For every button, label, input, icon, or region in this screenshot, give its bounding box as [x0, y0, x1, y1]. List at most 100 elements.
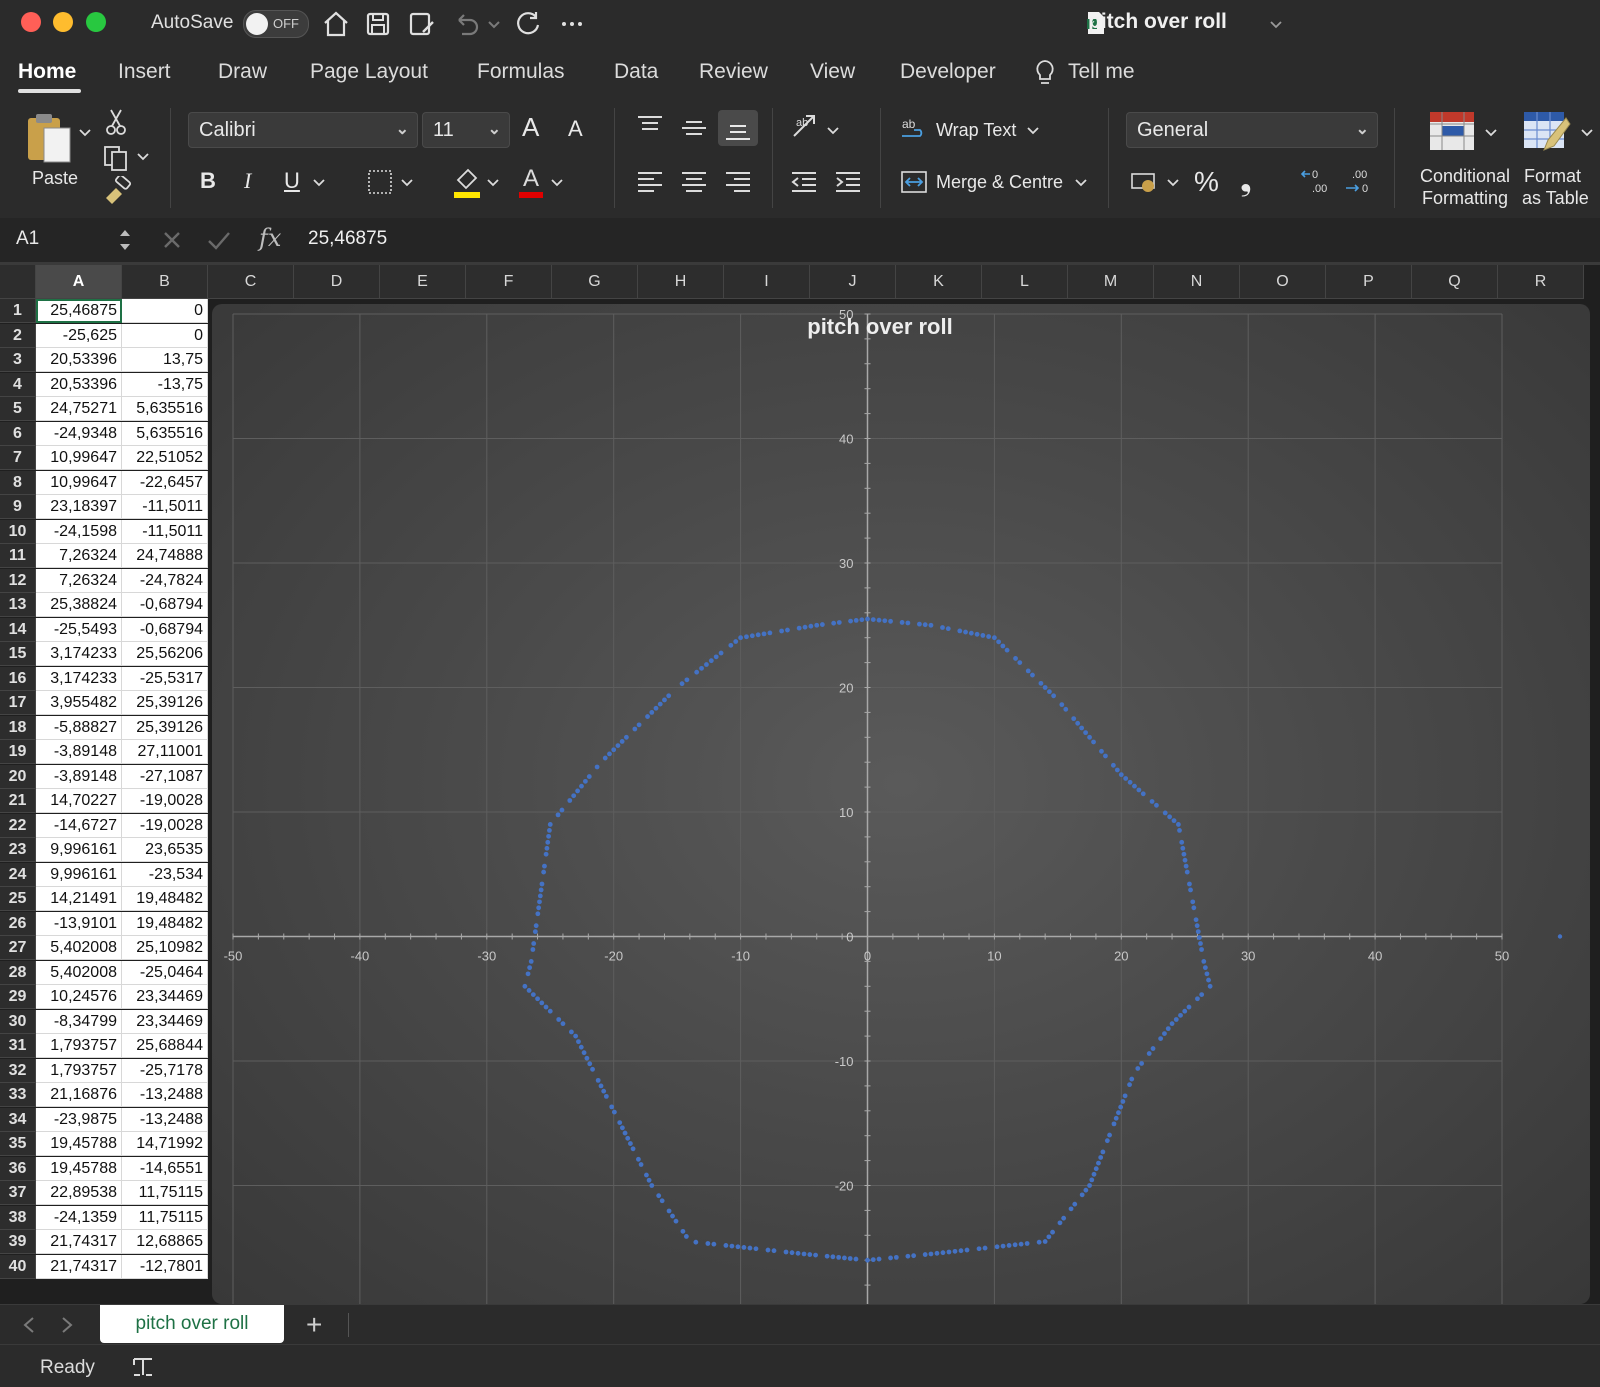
comma-style-button[interactable]: ❟	[1240, 164, 1252, 198]
merge-centre-button[interactable]: Merge & Centre	[936, 172, 1063, 193]
format-as-table-dropdown-icon[interactable]	[1580, 126, 1594, 140]
format-painter-icon[interactable]	[102, 176, 132, 204]
cell-pitch[interactable]: -24,1598	[36, 519, 122, 544]
column-header-h[interactable]: H	[638, 265, 724, 299]
cell-roll[interactable]: -11,5011	[122, 519, 208, 544]
cell-roll[interactable]: 23,6535	[122, 838, 208, 862]
row-header[interactable]: 7	[0, 446, 36, 470]
cell-pitch[interactable]: -14,6727	[36, 813, 122, 838]
cell-roll[interactable]: 0	[122, 323, 208, 348]
cell-pitch[interactable]: 10,24576	[36, 985, 122, 1009]
cell-roll[interactable]: 0	[122, 299, 208, 323]
cell-roll[interactable]: 5,635516	[122, 421, 208, 446]
cell-roll[interactable]: -23,534	[122, 862, 208, 887]
add-sheet-button[interactable]: +	[306, 1309, 322, 1341]
cell-roll[interactable]: 22,51052	[122, 446, 208, 470]
fill-color-icon[interactable]	[452, 164, 482, 198]
tab-draw[interactable]: Draw	[218, 60, 267, 84]
row-header[interactable]: 13	[0, 593, 36, 617]
row-header[interactable]: 19	[0, 740, 36, 764]
column-header-r[interactable]: R	[1498, 265, 1584, 299]
row-header[interactable]: 31	[0, 1034, 36, 1058]
conditional-formatting-dropdown-icon[interactable]	[1484, 126, 1498, 140]
redo-icon[interactable]	[512, 8, 544, 40]
cell-roll[interactable]: -25,5317	[122, 666, 208, 691]
cell-pitch[interactable]: 1,793757	[36, 1034, 122, 1058]
cell-roll[interactable]: -13,2488	[122, 1083, 208, 1107]
align-left-icon[interactable]	[636, 170, 664, 194]
cell-pitch[interactable]: 19,45788	[36, 1156, 122, 1181]
cell-pitch[interactable]: -3,89148	[36, 764, 122, 789]
row-header[interactable]: 15	[0, 642, 36, 666]
italic-button[interactable]: I	[244, 168, 251, 194]
cell-roll[interactable]: -27,1087	[122, 764, 208, 789]
sheet-tab-pitch-over-roll[interactable]: pitch over roll	[100, 1305, 284, 1343]
format-as-table-label-1[interactable]: Format	[1524, 166, 1581, 187]
tab-page-layout[interactable]: Page Layout	[310, 60, 428, 84]
tab-view[interactable]: View	[810, 60, 855, 84]
cell-roll[interactable]: 11,75115	[122, 1181, 208, 1205]
row-header[interactable]: 28	[0, 960, 36, 985]
shrink-font-button[interactable]: A	[568, 116, 583, 142]
cell-pitch[interactable]: 10,99647	[36, 470, 122, 495]
confirm-entry-icon[interactable]	[206, 228, 232, 252]
cell-roll[interactable]: -22,6457	[122, 470, 208, 495]
accessibility-icon[interactable]	[130, 1355, 156, 1379]
paste-icon[interactable]	[24, 110, 76, 166]
format-as-table-icon[interactable]	[1522, 110, 1572, 158]
wrap-text-button[interactable]: Wrap Text	[936, 120, 1016, 141]
grow-font-button[interactable]: A	[522, 112, 539, 143]
tab-review[interactable]: Review	[699, 60, 768, 84]
borders-dropdown-icon[interactable]	[400, 176, 414, 190]
cell-roll[interactable]: -0,68794	[122, 593, 208, 617]
cell-roll[interactable]: 23,34469	[122, 985, 208, 1009]
number-format-select[interactable]: General ⌄	[1126, 112, 1378, 148]
row-header[interactable]: 1	[0, 299, 36, 323]
increase-decimal-icon[interactable]: 0.00	[1300, 166, 1332, 196]
currency-dropdown-icon[interactable]	[1166, 176, 1180, 190]
cell-pitch[interactable]: 9,996161	[36, 838, 122, 862]
row-header[interactable]: 26	[0, 911, 36, 936]
cell-pitch[interactable]: 21,74317	[36, 1254, 122, 1279]
decrease-indent-icon[interactable]	[790, 170, 818, 194]
cell-pitch[interactable]: 22,89538	[36, 1181, 122, 1205]
row-header[interactable]: 24	[0, 862, 36, 887]
cell-roll[interactable]: 14,71992	[122, 1132, 208, 1156]
paste-label[interactable]: Paste	[32, 168, 78, 189]
cell-roll[interactable]: 23,34469	[122, 1009, 208, 1034]
borders-icon[interactable]	[366, 168, 394, 196]
close-window-button[interactable]	[21, 12, 41, 32]
column-header-p[interactable]: P	[1326, 265, 1412, 299]
column-header-k[interactable]: K	[896, 265, 982, 299]
home-icon[interactable]	[320, 8, 352, 40]
column-header-j[interactable]: J	[810, 265, 896, 299]
merge-dropdown-icon[interactable]	[1074, 176, 1088, 190]
column-header-g[interactable]: G	[552, 265, 638, 299]
formula-input[interactable]: 25,46875	[308, 228, 387, 250]
cell-pitch[interactable]: 20,53396	[36, 348, 122, 372]
increase-indent-icon[interactable]	[834, 170, 862, 194]
column-header-i[interactable]: I	[724, 265, 810, 299]
cell-roll[interactable]: 25,10982	[122, 936, 208, 960]
cell-pitch[interactable]: 1,793757	[36, 1058, 122, 1083]
cell-pitch[interactable]: 23,18397	[36, 495, 122, 519]
conditional-formatting-label-2[interactable]: Formatting	[1416, 188, 1514, 209]
cell-pitch[interactable]: 21,74317	[36, 1230, 122, 1254]
cancel-entry-icon[interactable]	[160, 228, 184, 252]
cell-pitch[interactable]: 9,996161	[36, 862, 122, 887]
previous-sheet-icon[interactable]	[20, 1315, 38, 1335]
font-color-dropdown-icon[interactable]	[550, 176, 564, 190]
column-header-l[interactable]: L	[982, 265, 1068, 299]
cell-pitch[interactable]: 19,45788	[36, 1132, 122, 1156]
column-header-e[interactable]: E	[380, 265, 466, 299]
title-chevron-down-icon[interactable]	[1268, 16, 1284, 32]
cell-pitch[interactable]: 3,955482	[36, 691, 122, 715]
column-header-o[interactable]: O	[1240, 265, 1326, 299]
cell-pitch[interactable]: -13,9101	[36, 911, 122, 936]
autosave-toggle[interactable]: OFF	[243, 10, 309, 38]
format-as-table-label-2[interactable]: as Table	[1522, 188, 1589, 209]
orientation-icon[interactable]: ab	[790, 112, 820, 142]
cell-pitch[interactable]: -23,9875	[36, 1107, 122, 1132]
currency-format-icon[interactable]	[1130, 168, 1160, 196]
minimize-window-button[interactable]	[53, 12, 73, 32]
